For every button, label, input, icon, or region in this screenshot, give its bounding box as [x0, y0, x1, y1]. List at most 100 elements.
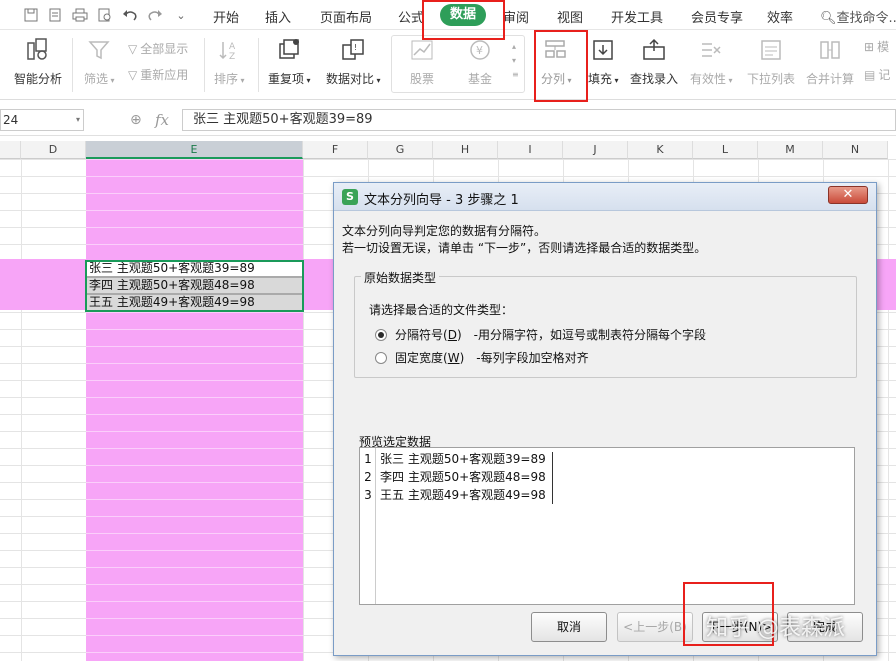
smart-analysis-button[interactable]: 智能分析: [14, 36, 62, 87]
radio-off-icon[interactable]: [375, 351, 387, 364]
dropdown-list-icon: [757, 36, 785, 64]
undo-icon[interactable]: [121, 6, 139, 24]
search-command[interactable]: 🔍︎查找命令...: [820, 7, 896, 26]
preview-box[interactable]: 1 张三 主观题50+客观题39=89 2 李四 主观题50+客观题48=98 3王…: [359, 447, 855, 605]
show-all-icon: ▽: [128, 41, 138, 56]
column-header-f[interactable]: F: [303, 141, 368, 159]
tab-home[interactable]: 开始: [213, 7, 239, 26]
pdf-export-icon[interactable]: [46, 6, 64, 24]
duplicates-button[interactable]: 重复项 ▾: [268, 36, 311, 87]
preview-row: 3 王五 主观题49+客观题49=98: [364, 488, 546, 502]
column-header-g[interactable]: G: [368, 141, 433, 159]
preview-column-cursor: [552, 452, 553, 504]
redo-icon[interactable]: [146, 6, 164, 24]
sort-button[interactable]: AZ 排序 ▾: [214, 36, 245, 87]
tab-efficiency[interactable]: 效率: [767, 7, 793, 26]
ribbon: 智能分析 筛选 ▾ ▽ 全部显示 ▽ 重新应用 AZ 排序 ▾ 重复项 ▾ ! 数据…: [0, 30, 896, 100]
column-header-n[interactable]: N: [823, 141, 888, 159]
radio-fixed-width[interactable]: 固定宽度(W) -每列字段加空格对齐: [375, 349, 589, 366]
close-icon[interactable]: ✕: [828, 186, 868, 204]
zoom-icon[interactable]: ⊕: [130, 112, 142, 128]
gallery-down-icon[interactable]: ▾: [512, 56, 516, 65]
choose-type-prompt: 请选择最合适的文件类型：: [369, 303, 514, 317]
highlighted-column-e: [86, 159, 303, 661]
preview-row: 1 张三 主观题50+客观题39=89: [364, 452, 546, 466]
original-data-type-group: 原始数据类型 请选择最合适的文件类型： 分隔符号(D) -用分隔字符，如逗号或制…: [354, 269, 857, 378]
column-header-k[interactable]: K: [628, 141, 693, 159]
sort-icon: AZ: [215, 36, 243, 64]
column-header-e[interactable]: E: [86, 141, 303, 159]
show-all-button[interactable]: ▽ 全部显示: [128, 40, 188, 57]
column-header-m[interactable]: M: [758, 141, 823, 159]
print-icon[interactable]: [71, 6, 89, 24]
watermark: 知乎 @表森派: [706, 616, 845, 641]
consolidate-icon: [816, 36, 844, 64]
fx-icon[interactable]: fx: [155, 111, 169, 129]
tab-insert[interactable]: 插入: [265, 7, 291, 26]
column-header-i[interactable]: I: [498, 141, 563, 159]
name-box-dropdown-icon[interactable]: ▾: [76, 110, 80, 130]
tab-page-layout[interactable]: 页面布局: [320, 7, 372, 26]
save-icon[interactable]: [22, 6, 40, 24]
ribbon-separator: [258, 38, 259, 92]
annotation-split-button: [534, 30, 588, 102]
back-button[interactable]: <上一步(B): [617, 612, 693, 642]
duplicates-icon: [275, 36, 303, 64]
more-icon[interactable]: ⌄: [172, 6, 190, 24]
preview-row: 2 李四 主观题50+客观题48=98: [364, 470, 546, 484]
column-header-j[interactable]: J: [563, 141, 628, 159]
record-icon: ▤: [864, 67, 876, 82]
ribbon-separator: [204, 38, 205, 92]
column-header-d[interactable]: D: [21, 141, 86, 159]
column-header-left: [0, 141, 21, 159]
fund-button[interactable]: ¥ 基金: [466, 36, 494, 87]
svg-text:¥: ¥: [476, 44, 483, 57]
tab-developer[interactable]: 开发工具: [611, 7, 663, 26]
reapply-button[interactable]: ▽ 重新应用: [128, 66, 188, 83]
annotation-data-tab: [422, 0, 505, 40]
data-compare-icon: !: [339, 36, 367, 64]
tab-formulas[interactable]: 公式: [398, 7, 424, 26]
reapply-icon: ▽: [128, 67, 138, 82]
formula-bar: 24 ▾ ⊕ fx 张三 主观题50+客观题39=89: [0, 104, 896, 136]
tab-review[interactable]: 审阅: [503, 7, 529, 26]
dialog-title: 文本分列向导 - 3 步骤之 1: [364, 193, 519, 208]
radio-delimited[interactable]: 分隔符号(D) -用分隔字符，如逗号或制表符分隔每个字段: [375, 326, 706, 343]
column-header-h[interactable]: H: [433, 141, 498, 159]
formula-input[interactable]: 张三 主观题50+客观题39=89: [182, 109, 896, 131]
model-button[interactable]: ⊞ 模: [864, 38, 889, 55]
gallery-up-icon[interactable]: ▴: [512, 42, 516, 51]
tab-member[interactable]: 会员专享: [691, 7, 743, 26]
text-to-columns-dialog: S 文本分列向导 - 3 步骤之 1 ✕ 文本分列向导判定您的数据有分隔符。 若…: [333, 182, 877, 656]
search-icon: 🔍︎: [820, 11, 837, 26]
dialog-intro-1: 文本分列向导判定您的数据有分隔符。: [342, 224, 547, 238]
fill-icon: [589, 36, 617, 64]
svg-text:A: A: [229, 42, 236, 52]
consolidate-button[interactable]: 合并计算: [806, 36, 854, 87]
ribbon-separator: [72, 38, 73, 92]
print-preview-icon[interactable]: [96, 6, 114, 24]
validity-button[interactable]: 有效性 ▾: [690, 36, 733, 87]
dropdown-list-button[interactable]: 下拉列表: [747, 36, 795, 87]
stock-chart-icon: [408, 36, 436, 64]
filter-button[interactable]: 筛选 ▾: [84, 36, 115, 87]
stock-button[interactable]: 股票: [408, 36, 436, 87]
svg-text:Z: Z: [229, 52, 235, 62]
data-compare-button[interactable]: ! 数据对比 ▾: [326, 36, 381, 87]
name-box[interactable]: 24 ▾: [0, 109, 84, 131]
gallery-expand-icon[interactable]: ≡: [512, 70, 519, 79]
fill-button[interactable]: 填充 ▾: [588, 36, 619, 87]
find-entry-icon: [640, 36, 668, 64]
filter-icon: [85, 36, 113, 64]
cancel-button[interactable]: 取消: [531, 612, 607, 642]
dialog-titlebar[interactable]: S 文本分列向导 - 3 步骤之 1 ✕: [334, 183, 876, 211]
tab-view[interactable]: 视图: [557, 7, 583, 26]
find-entry-button[interactable]: 查找录入: [630, 36, 678, 87]
smart-analysis-icon: [24, 36, 52, 64]
column-header-l[interactable]: L: [693, 141, 758, 159]
svg-text:!: !: [354, 43, 357, 52]
radio-on-icon[interactable]: [375, 328, 387, 341]
record-button[interactable]: ▤ 记: [864, 66, 890, 83]
dialog-intro-2: 若一切设置无误，请单击 “下一步”，否则请选择最合适的数据类型。: [342, 241, 707, 255]
wps-logo-icon: S: [342, 189, 358, 205]
